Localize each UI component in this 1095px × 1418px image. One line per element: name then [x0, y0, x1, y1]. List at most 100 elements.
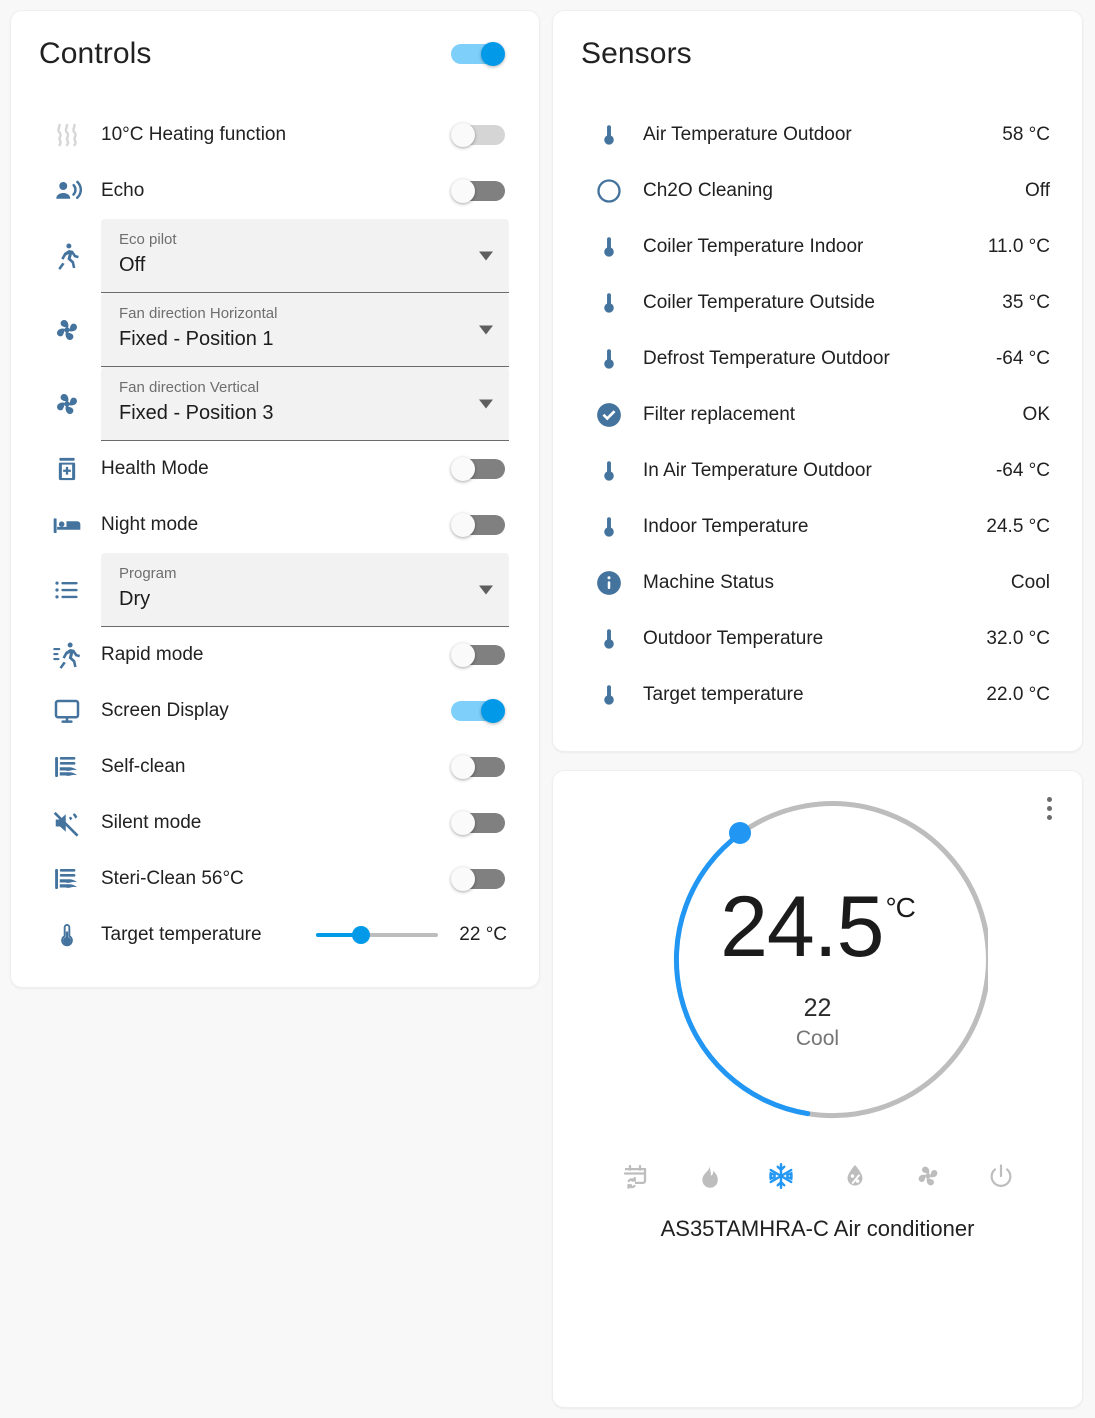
- controls-title: Controls: [39, 37, 152, 70]
- target-temperature-slider[interactable]: [316, 924, 439, 946]
- mode-button-bar: [608, 1155, 1028, 1202]
- fan-icon: [39, 314, 95, 346]
- info-circle-icon: [581, 568, 637, 598]
- thermostat-card: 24.5 °C 22 Cool AS35TAMHRA-C Air conditi…: [552, 770, 1083, 1408]
- water-percent-icon: [841, 1162, 869, 1195]
- sensor-row: Target temperature 22.0 °C: [577, 667, 1060, 723]
- steri-clean-toggle[interactable]: [451, 867, 505, 891]
- select-value: Fixed - Position 1: [119, 328, 274, 350]
- mode-button-cool[interactable]: [760, 1155, 802, 1202]
- control-row-fan-vertical[interactable]: Fan direction Vertical Fixed - Position …: [35, 367, 517, 441]
- fan-direction-vertical-select[interactable]: Fan direction Vertical Fixed - Position …: [101, 367, 509, 441]
- toggle-knob: [451, 867, 475, 891]
- mode-button-dry[interactable]: [835, 1156, 875, 1201]
- control-row-steri-clean[interactable]: Steri-Clean 56°C: [35, 851, 517, 907]
- sensors-title: Sensors: [581, 37, 692, 70]
- thermometer-icon: [581, 122, 637, 148]
- control-row-silent-mode[interactable]: Silent mode: [35, 795, 517, 851]
- mode-button-fan-only[interactable]: [907, 1155, 949, 1202]
- control-label: Night mode: [101, 514, 199, 535]
- heating-function-toggle[interactable]: [451, 123, 505, 147]
- control-row-health-mode[interactable]: Health Mode: [35, 441, 517, 497]
- dial-current-temperature: 24.5: [720, 878, 884, 975]
- monitor-icon: [39, 696, 95, 726]
- sensor-name: Filter replacement: [643, 404, 796, 425]
- target-temperature-value: 22 °C: [459, 924, 508, 945]
- sensor-row: Air Temperature Outdoor 58 °C: [577, 107, 1060, 163]
- dial-current-temperature-group: 24.5 °C: [720, 878, 916, 975]
- slider-thumb[interactable]: [352, 926, 371, 944]
- right-column: Sensors Air Temperature Outdoor 58 °C Ch…: [552, 10, 1083, 1408]
- more-options-button[interactable]: [1043, 793, 1056, 824]
- control-label: Health Mode: [101, 458, 209, 479]
- control-row-fan-horizontal[interactable]: Fan direction Horizontal Fixed - Positio…: [35, 293, 517, 367]
- program-select[interactable]: Program Dry: [101, 553, 509, 627]
- dial-target-temperature: 22: [803, 994, 832, 1023]
- control-label: Rapid mode: [101, 644, 204, 665]
- rapid-mode-toggle[interactable]: [451, 643, 505, 667]
- sensor-value: 35 °C: [1002, 292, 1050, 313]
- control-row-eco-pilot[interactable]: Eco pilot Off: [35, 219, 517, 293]
- calendar-sync-icon: [620, 1161, 650, 1196]
- control-row-screen-display[interactable]: Screen Display: [35, 683, 517, 739]
- control-row-night-mode[interactable]: Night mode: [35, 497, 517, 553]
- running-person-icon: [39, 241, 95, 271]
- volume-mute-icon: [39, 808, 95, 838]
- sensor-value: -64 °C: [995, 460, 1050, 481]
- toggle-knob: [451, 179, 475, 203]
- thermometer-icon: [581, 514, 637, 540]
- sensor-name: Indoor Temperature: [643, 516, 809, 537]
- silent-mode-toggle[interactable]: [451, 811, 505, 835]
- snowflake-icon: [766, 1161, 796, 1196]
- echo-toggle[interactable]: [451, 179, 505, 203]
- sensor-row: Machine Status Cool: [577, 555, 1060, 611]
- app-root: Controls 10°C Heating function Echo Eco …: [0, 0, 1095, 1418]
- dot: [1047, 815, 1052, 820]
- thermometer-icon: [581, 682, 637, 708]
- chevron-down-icon: [479, 399, 493, 408]
- control-row-program[interactable]: Program Dry: [35, 553, 517, 627]
- mode-button-off[interactable]: [981, 1156, 1021, 1201]
- sensor-name: Defrost Temperature Outdoor: [643, 348, 890, 369]
- health-mode-toggle[interactable]: [451, 457, 505, 481]
- control-row-self-clean[interactable]: Self-clean: [35, 739, 517, 795]
- temperature-dial[interactable]: 24.5 °C 22 Cool: [648, 799, 988, 1139]
- control-row-echo[interactable]: Echo: [35, 163, 517, 219]
- control-label: 10°C Heating function: [101, 124, 287, 145]
- master-power-toggle[interactable]: [451, 42, 505, 66]
- mode-button-auto[interactable]: [614, 1155, 656, 1202]
- select-label: Eco pilot: [119, 231, 177, 248]
- health-jar-icon: [39, 455, 95, 483]
- sensor-row: Indoor Temperature 24.5 °C: [577, 499, 1060, 555]
- toggle-knob: [451, 643, 475, 667]
- fan-direction-horizontal-select[interactable]: Fan direction Horizontal Fixed - Positio…: [101, 293, 509, 367]
- screen-display-toggle[interactable]: [451, 699, 505, 723]
- power-icon: [987, 1162, 1015, 1195]
- control-row-heating-function[interactable]: 10°C Heating function: [35, 107, 517, 163]
- control-label: Target temperature: [101, 924, 262, 945]
- chevron-down-icon: [479, 325, 493, 334]
- toggle-knob: [481, 699, 505, 723]
- sensor-value: OK: [1022, 404, 1050, 425]
- dot: [1047, 806, 1052, 811]
- sensor-name: Coiler Temperature Outside: [643, 292, 875, 313]
- mode-button-heat[interactable]: [688, 1156, 728, 1201]
- select-label: Program: [119, 565, 177, 582]
- night-mode-toggle[interactable]: [451, 513, 505, 537]
- circle-outline-icon: [581, 177, 637, 205]
- sensor-value: 11.0 °C: [987, 236, 1050, 257]
- select-value: Dry: [119, 588, 151, 610]
- dial-unit: °C: [885, 891, 915, 923]
- control-row-target-temperature[interactable]: Target temperature 22 °C: [35, 907, 517, 963]
- self-clean-toggle[interactable]: [451, 755, 505, 779]
- select-label: Fan direction Vertical: [119, 379, 260, 396]
- thermometer-icon: [581, 290, 637, 316]
- control-row-rapid-mode[interactable]: Rapid mode: [35, 627, 517, 683]
- eco-pilot-select[interactable]: Eco pilot Off: [101, 219, 509, 293]
- sensor-value: 58 °C: [1002, 124, 1050, 145]
- chevron-down-icon: [479, 251, 493, 260]
- select-value: Fixed - Position 3: [119, 402, 274, 424]
- dot: [1047, 797, 1052, 802]
- sensor-value: 24.5 °C: [986, 516, 1050, 537]
- controls-header: Controls: [35, 37, 517, 71]
